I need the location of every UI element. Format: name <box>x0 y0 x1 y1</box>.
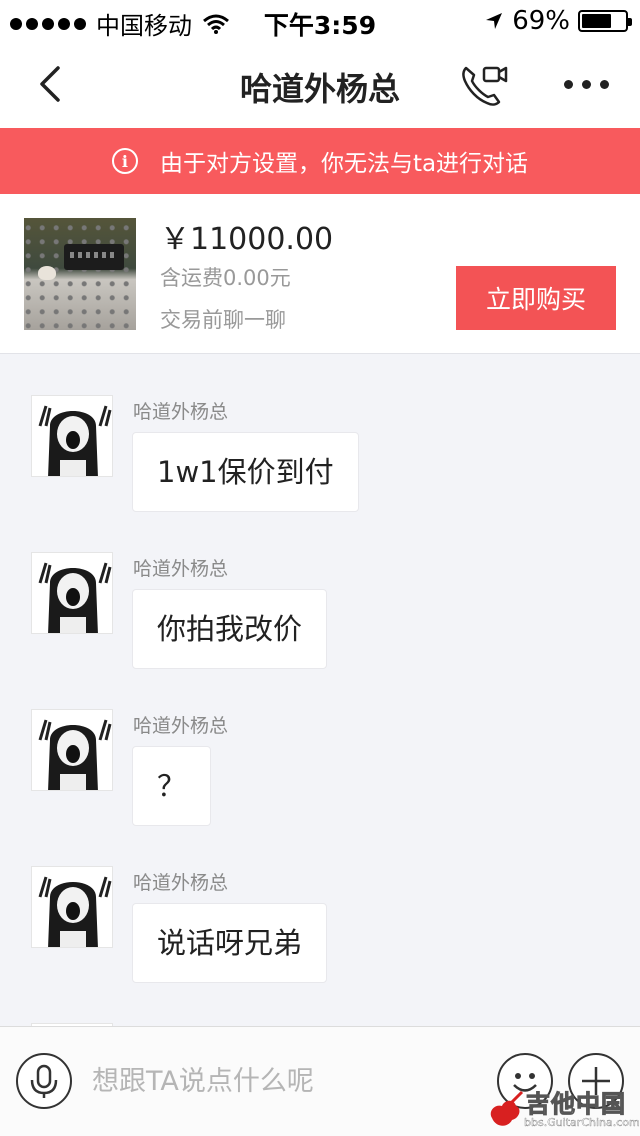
battery-percent: 69% <box>512 6 570 36</box>
battery-fill <box>582 14 611 28</box>
message-item-partial <box>0 983 640 1026</box>
chat-hint: 交易前聊一聊 <box>160 308 286 332</box>
battery-icon <box>578 10 632 32</box>
avatar[interactable] <box>31 552 113 634</box>
message-bubble[interactable]: 你拍我改价 <box>132 589 328 669</box>
page-title: 哈道外杨总 <box>239 70 400 108</box>
message-list[interactable]: 哈道外杨总 1w1保价到付 哈道外杨总 你拍我改价 哈道外杨总 ？ 哈道外杨总 … <box>0 355 640 1026</box>
message-item: 哈道外杨总 ？ <box>0 669 640 826</box>
watermark-text: 吉他中国 <box>526 1090 626 1119</box>
info-icon: i <box>111 148 138 174</box>
message-item: 哈道外杨总 说话呀兄弟 <box>0 826 640 983</box>
nav-bar: 哈道外杨总 <box>0 42 640 128</box>
sender-name: 哈道外杨总 <box>133 401 229 423</box>
status-bar: 中国移动 下午3:59 69% <box>0 0 640 42</box>
buy-now-button[interactable]: 立即购买 <box>456 266 616 330</box>
more-dots-icon <box>564 79 573 89</box>
sender-name: 哈道外杨总 <box>133 715 229 737</box>
product-card[interactable]: ￥11000.00 含运费0.00元 交易前聊一聊 立即购买 <box>0 194 640 354</box>
sender-name: 哈道外杨总 <box>133 558 229 580</box>
avatar[interactable] <box>31 709 113 791</box>
sender-name: 哈道外杨总 <box>133 872 229 894</box>
message-input[interactable] <box>92 1055 482 1107</box>
more-button[interactable] <box>564 72 616 96</box>
status-right: 69% <box>484 6 632 36</box>
avatar[interactable] <box>31 866 113 948</box>
product-price: ￥11000.00 <box>160 222 334 257</box>
avatar[interactable] <box>31 395 113 477</box>
product-image[interactable] <box>24 218 136 330</box>
restriction-banner: i 由于对方设置，你无法与ta进行对话 <box>0 128 640 194</box>
banner-text: 由于对方设置，你无法与ta进行对话 <box>159 151 529 177</box>
message-bubble[interactable]: 说话呀兄弟 <box>132 903 328 983</box>
message-item: 哈道外杨总 1w1保价到付 <box>0 355 640 512</box>
guitar-logo-icon <box>490 1090 524 1126</box>
message-bubble[interactable]: 1w1保价到付 <box>132 432 359 512</box>
message-item: 哈道外杨总 你拍我改价 <box>0 512 640 669</box>
phone-video-icon <box>462 66 508 106</box>
location-arrow-icon <box>486 13 503 29</box>
message-bubble[interactable]: ？ <box>132 746 212 826</box>
voice-input-button[interactable] <box>16 1053 72 1109</box>
watermark-url: bbs.GuitarChina.com <box>524 1116 640 1129</box>
microphone-icon <box>30 1064 58 1098</box>
call-button[interactable] <box>458 60 510 110</box>
shipping-fee: 含运费0.00元 <box>160 266 291 290</box>
watermark: 吉他中国 bbs.GuitarChina.com <box>486 1084 640 1134</box>
